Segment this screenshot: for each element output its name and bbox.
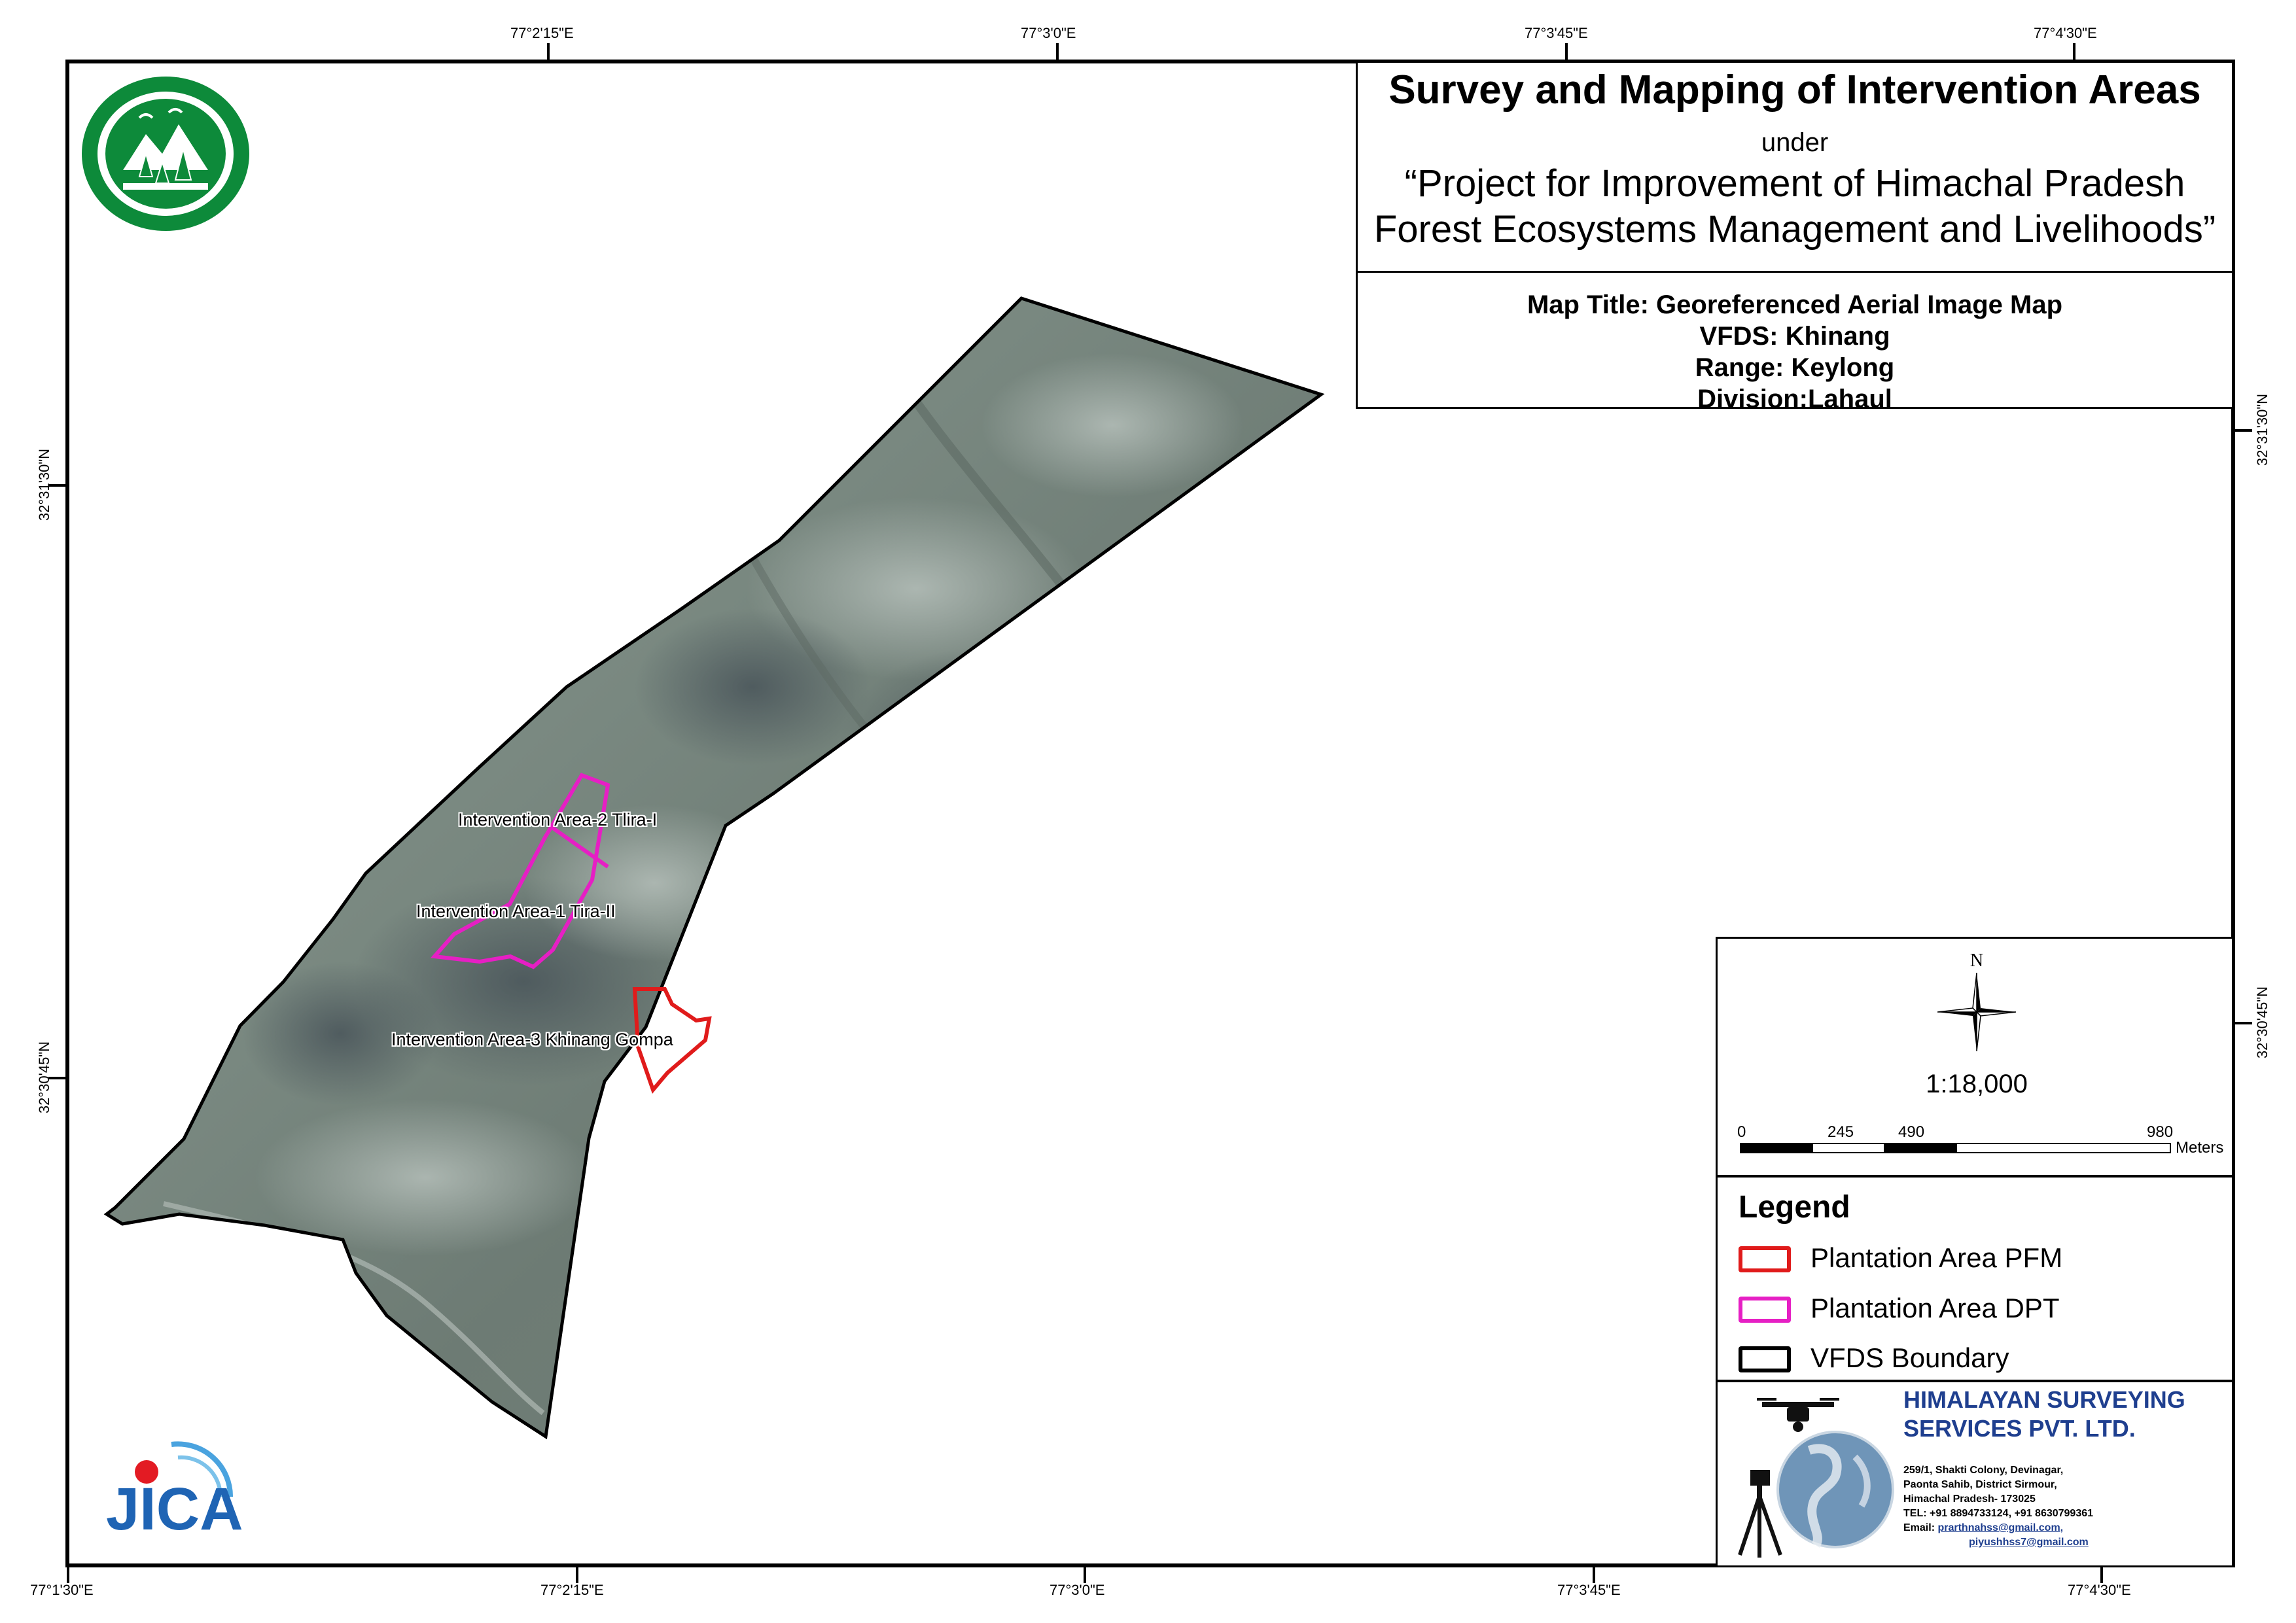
company-telephone: TEL: +91 8894733124, +91 8630799361 (1903, 1508, 2094, 1519)
company-name-line-1: HIMALAYAN SURVEYING (1903, 1386, 2185, 1413)
scale-unit: Meters (2176, 1139, 2224, 1157)
map-main-title: Survey and Mapping of Intervention Areas (1388, 67, 2201, 113)
legend-swatch-vfds (1739, 1346, 1791, 1372)
address-line-2: Paonta Sahib, District Sirmour, (1903, 1479, 2057, 1490)
legend-title: Legend (1739, 1190, 1850, 1225)
company-email-row: Email: prarthnahss@gmail.com, (1903, 1521, 2093, 1535)
project-title-line-2: Forest Ecosystems Management and Livelih… (1373, 208, 2216, 251)
scale-tick-0: 0 (1737, 1123, 1746, 1141)
legend-label-pfm: Plantation Area PFM (1810, 1242, 2063, 1273)
surveyor-drone-globe-logo (1738, 1398, 1894, 1558)
address-line-3: Himachal Pradesh- 173025 (1903, 1493, 2036, 1505)
north-arrow-icon (1937, 973, 2016, 1051)
range-text: Range: Keylong (1695, 353, 1895, 382)
scale-tick-980: 980 (2147, 1123, 2174, 1141)
scale-tick-245: 245 (1828, 1123, 1854, 1141)
vfds-text: VFDS: Khinang (1699, 322, 1890, 351)
project-title-line-1: “Project for Improvement of Himachal Pra… (1404, 162, 2185, 205)
email-label: Email: (1903, 1522, 1935, 1533)
title-box: Survey and Mapping of Intervention Areas… (1356, 61, 2234, 413)
email-link-2[interactable]: piyushhss7@gmail.com (1969, 1537, 2089, 1548)
address-line-1: 259/1, Shakti Colony, Devinagar, (1903, 1465, 2064, 1476)
scale-ratio: 1:18,000 (1926, 1070, 2028, 1098)
scale-tick-490: 490 (1898, 1123, 1925, 1141)
forest-department-logo (82, 77, 249, 231)
title-separator (1358, 271, 2232, 273)
company-name-line-2: SERVICES PVT. LTD. (1903, 1415, 2136, 1442)
legend-label-vfds: VFDS Boundary (1810, 1342, 2009, 1373)
jica-text: JICA (106, 1476, 243, 1543)
label-intervention-area-1: Intervention Area-1 Tira-II (416, 901, 616, 921)
project-title: “Project for Improvement of Himachal Pra… (1358, 161, 2232, 253)
label-intervention-area-2: Intervention Area-2 Tlira-I (458, 810, 658, 829)
legend-box: Legend Plantation Area PFM Plantation Ar… (1716, 1176, 2234, 1382)
north-scale-box: N 1:18,000 0 245 490 980 Meters (1716, 937, 2234, 1177)
company-box: HIMALAYAN SURVEYING SERVICES PVT. LTD. 2… (1716, 1380, 2234, 1567)
legend-swatch-pfm (1739, 1246, 1791, 1272)
jica-logo: JICA (106, 1441, 243, 1543)
scale-bar (1740, 1143, 2171, 1153)
map-title-text: Map Title: Georeferenced Aerial Image Ma… (1527, 290, 2063, 319)
north-letter: N (1969, 951, 1984, 971)
legend-swatch-dpt (1739, 1297, 1791, 1323)
company-address: 259/1, Shakti Colony, Devinagar, Paonta … (1903, 1463, 2093, 1550)
email-link-1[interactable]: prarthnahss@gmail.com, (1937, 1522, 2063, 1533)
map-details: Map Title: Georeferenced Aerial Image Ma… (1358, 289, 2232, 415)
division-text: Division:Lahaul (1697, 385, 1892, 413)
label-intervention-area-3: Intervention Area-3 Khinang Gompa (391, 1030, 673, 1049)
legend-label-dpt: Plantation Area DPT (1810, 1293, 2060, 1323)
company-email-row-2: piyushhss7@gmail.com (1903, 1535, 2093, 1550)
title-under: under (1761, 128, 1829, 157)
